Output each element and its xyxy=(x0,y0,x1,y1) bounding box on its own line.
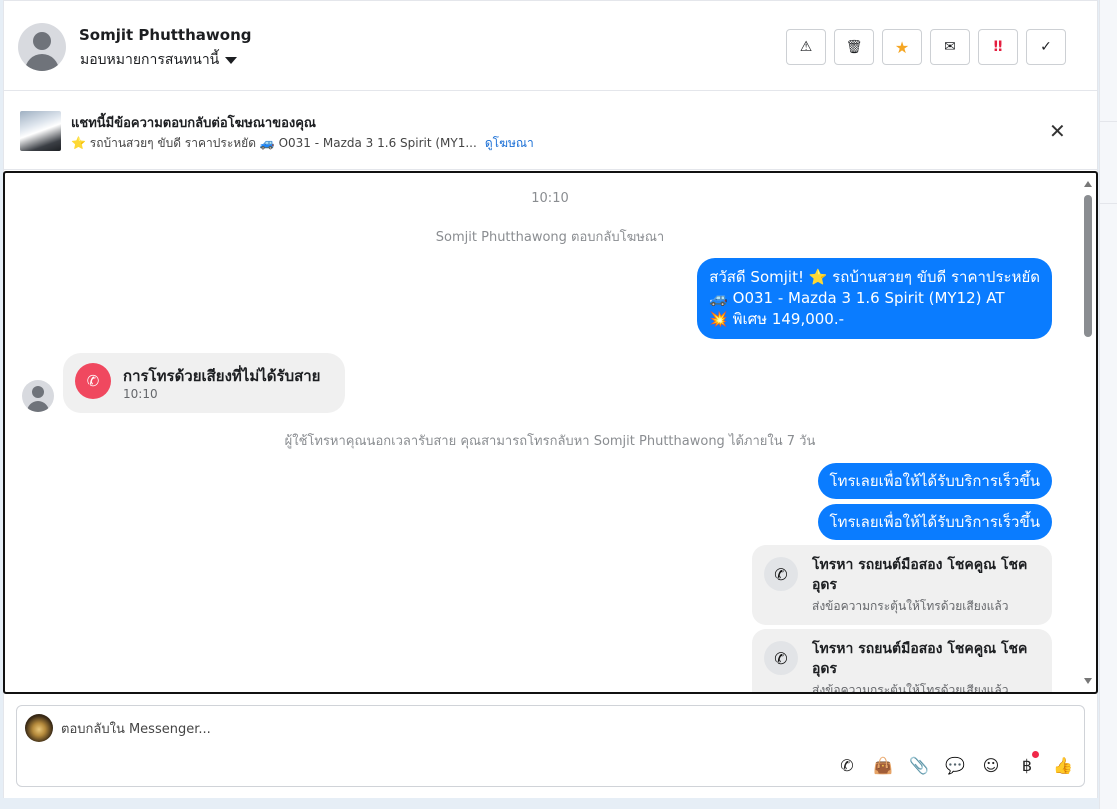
trash-icon: 🗑 xyxy=(845,39,863,55)
shopping-bag-icon[interactable]: 👜 xyxy=(871,753,895,777)
edge-divider xyxy=(1100,203,1117,204)
call-prompt-subtitle: ส่งข้อความกระตุ้นให้โทรด้วยเสียงแล้ว xyxy=(812,683,1009,694)
outgoing-ad-message: สวัสดี Somjit! ⭐ รถบ้านสวยๆ ขับดี ราคาปร… xyxy=(697,258,1052,339)
message-thread[interactable]: 10:10 Somjit Phutthawong ตอบกลับโฆษณา สว… xyxy=(3,171,1098,694)
message-timestamp: 10:10 xyxy=(531,191,569,206)
star-button[interactable]: ★ xyxy=(882,29,922,65)
assign-conversation-dropdown[interactable]: มอบหมายการสนทนานี้ xyxy=(80,49,238,71)
delete-button[interactable]: 🗑 xyxy=(834,29,874,65)
ad-description: ⭐ รถบ้านสวยๆ ขับดี ราคาประหยัด 🚙 O031 - … xyxy=(71,136,477,150)
message-composer: ✆ 👜 📎 💬 ☺ ฿ 👍 xyxy=(16,705,1085,787)
scrollbar-thumb[interactable] xyxy=(1084,195,1092,337)
call-prompt-card[interactable]: ✆ โทรหา รถยนต์มือสอง โชคคูณ โชค อุดร ส่ง… xyxy=(752,629,1052,694)
chat-bubble-icon[interactable]: 💬 xyxy=(943,753,967,777)
call-prompt-subtitle: ส่งข้อความกระตุ้นให้โทรด้วยเสียงแล้ว xyxy=(812,599,1009,613)
missed-call-icon: ✆ xyxy=(75,363,111,399)
scroll-up-arrow-icon[interactable] xyxy=(1084,181,1092,187)
phone-icon[interactable]: ✆ xyxy=(835,753,859,777)
phone-icon: ✆ xyxy=(764,641,798,675)
missed-call-message[interactable]: ✆ การโทรด้วยเสียงที่ไม่ได้รับสาย 10:10 xyxy=(63,353,345,413)
page-avatar xyxy=(25,714,53,742)
scrollbar[interactable] xyxy=(1083,177,1093,688)
call-prompt-card[interactable]: ✆ โทรหา รถยนต์มือสอง โชคคูณ โชค อุดร ส่ง… xyxy=(752,545,1052,625)
assign-label: มอบหมายการสนทนานี้ xyxy=(80,52,220,68)
ad-banner-subtitle: ⭐ รถบ้านสวยๆ ขับดี ราคาประหยัด 🚙 O031 - … xyxy=(71,134,534,153)
call-prompt-title: โทรหา รถยนต์มือสอง โชคคูณ โชค อุดร xyxy=(812,641,1028,677)
paperclip-icon[interactable]: 📎 xyxy=(907,753,931,777)
contact-avatar-small xyxy=(22,380,54,412)
mark-spam-button[interactable]: ⚠ xyxy=(786,29,826,65)
notification-dot xyxy=(1032,751,1039,758)
contact-name[interactable]: Somjit Phutthawong xyxy=(79,26,252,44)
ad-reply-banner: แชทนี้มีข้อความตอบกลับต่อโฆษณาของคุณ ⭐ ร… xyxy=(4,92,1097,170)
right-edge-panel xyxy=(1099,0,1117,809)
conversation-header: Somjit Phutthawong มอบหมายการสนทนานี้ ⚠ … xyxy=(4,0,1097,91)
call-now-message: โทรเลยเพื่อให้ได้รับบริการเร็วขึ้น xyxy=(817,504,1052,540)
thumbs-up-icon[interactable]: 👍 xyxy=(1051,753,1075,777)
star-icon: ★ xyxy=(894,37,910,57)
ad-thumbnail[interactable] xyxy=(20,111,61,151)
mark-done-button[interactable]: ✓ xyxy=(1026,29,1066,65)
ad-message-line: 💥 พิเศษ 149,000.- xyxy=(709,310,845,328)
call-prompt-title: โทรหา รถยนต์มือสอง โชคคูณ โชค อุดร xyxy=(812,557,1028,593)
composer-toolbar: ✆ 👜 📎 💬 ☺ ฿ 👍 xyxy=(835,751,1075,777)
contact-avatar[interactable] xyxy=(18,23,66,71)
edge-divider xyxy=(1100,121,1117,122)
view-ad-link[interactable]: ดูโฆษณา xyxy=(485,134,534,153)
missed-call-time: 10:10 xyxy=(123,387,158,401)
reply-input[interactable] xyxy=(61,718,1041,740)
ad-banner-title: แชทนี้มีข้อความตอบกลับต่อโฆษณาของคุณ xyxy=(71,116,316,131)
caret-down-icon xyxy=(225,56,238,64)
warning-icon: ⚠ xyxy=(799,39,813,55)
phone-icon: ✆ xyxy=(764,557,798,591)
missed-call-title: การโทรด้วยเสียงที่ไม่ได้รับสาย xyxy=(123,367,321,385)
ad-message-line: 🚙 O031 - Mazda 3 1.6 Spirit (MY12) AT xyxy=(709,289,1005,307)
baht-payment-button[interactable]: ฿ xyxy=(1015,751,1039,777)
check-icon: ✓ xyxy=(1040,39,1052,55)
header-actions: ⚠ 🗑 ★ ✉ ‼ ✓ xyxy=(786,29,1066,65)
call-now-message: โทรเลยเพื่อให้ได้รับบริการเร็วขึ้น xyxy=(817,463,1052,499)
callback-notice: ผู้ใช้โทรหาคุณนอกเวลารับสาย คุณสามารถโทร… xyxy=(284,434,816,449)
ad-reply-notice: Somjit Phutthawong ตอบกลับโฆษณา xyxy=(435,230,665,245)
follow-up-button[interactable]: ‼ xyxy=(978,29,1018,65)
scroll-down-arrow-icon[interactable] xyxy=(1084,678,1092,684)
ad-message-line: สวัสดี Somjit! ⭐ รถบ้านสวยๆ ขับดี ราคาปร… xyxy=(709,268,1040,286)
close-icon[interactable]: ✕ xyxy=(1049,119,1066,143)
mark-unread-button[interactable]: ✉ xyxy=(930,29,970,65)
envelope-icon: ✉ xyxy=(944,39,956,55)
baht-icon: ฿ xyxy=(1021,755,1033,775)
priority-icon: ‼ xyxy=(993,39,1003,55)
emoji-icon[interactable]: ☺ xyxy=(979,753,1003,777)
